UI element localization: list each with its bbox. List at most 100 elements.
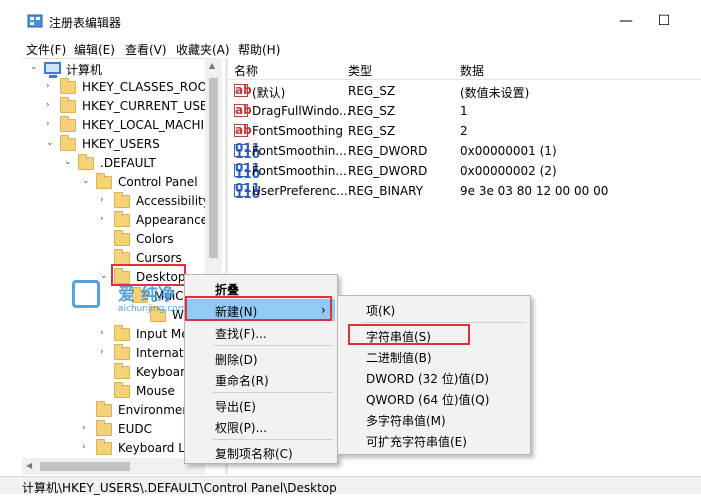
status-bar: 计算机\HKEY_USERS\.DEFAULT\Control Panel\De…: [0, 476, 701, 495]
submenu-item-multi-string-value[interactable]: 多字符串值(M): [338, 408, 530, 430]
chevron-right-icon[interactable]: ›: [100, 214, 110, 224]
value-row[interactable]: ab FontSmoothing REG_SZ 2: [228, 122, 701, 142]
menu-item-copy-key-name[interactable]: 复制项名称(C): [185, 441, 337, 463]
value-data: 9e 3e 03 80 12 00 00 00: [460, 184, 609, 198]
chevron-right-icon[interactable]: ›: [100, 195, 110, 205]
value-row[interactable]: ab (默认) REG_SZ (数值未设置): [228, 82, 701, 102]
tree-horizontal-scrollbar[interactable]: ◀: [22, 458, 205, 475]
value-type: REG_BINARY: [348, 184, 424, 198]
scroll-left-icon[interactable]: ◀: [26, 461, 32, 470]
menu-item-find[interactable]: 查找(F)...: [185, 321, 337, 343]
value-row[interactable]: 011 110 FontSmoothin... REG_DWORD 0x00000…: [228, 162, 701, 182]
folder-icon: [114, 363, 130, 379]
watermark: 爱 纯净 aichunjing.com: [72, 280, 192, 320]
minimize-button[interactable]: —: [612, 10, 640, 32]
value-type: REG_SZ: [348, 124, 396, 138]
folder-icon: [96, 173, 112, 189]
submenu-item-expandable-string-value[interactable]: 可扩充字符串值(E): [338, 429, 530, 451]
new-submenu: 项(K) 字符串值(S) 二进制值(B) DWORD (32 位)值(D) QW…: [337, 295, 531, 455]
chevron-down-icon[interactable]: ⌄: [64, 157, 74, 167]
menu-item-delete[interactable]: 删除(D): [185, 347, 337, 369]
menu-favorites[interactable]: 收藏夹(A): [176, 41, 230, 58]
column-header-data[interactable]: 数据: [460, 62, 484, 79]
string-value-icon: ab: [234, 83, 252, 97]
submenu-item-qword-value[interactable]: QWORD (64 位)值(Q): [338, 387, 530, 409]
scroll-up-icon[interactable]: ▲: [209, 61, 215, 70]
column-header-name[interactable]: 名称: [234, 62, 258, 79]
submenu-item-dword-value[interactable]: DWORD (32 位)值(D): [338, 366, 530, 388]
menu-item-label: QWORD (64 位)值(Q): [366, 393, 490, 407]
value-data: 0x00000001 (1): [460, 144, 557, 158]
string-value-highlight-box: [348, 324, 470, 345]
chevron-right-icon[interactable]: ›: [100, 347, 110, 357]
menu-item-label: 导出(E): [215, 400, 256, 414]
tree-item-label: Control Panel: [118, 175, 198, 189]
menu-item-label: 可扩充字符串值(E): [366, 435, 467, 449]
string-value-icon: ab: [234, 123, 252, 137]
value-data: 2: [460, 124, 468, 138]
tree-item-label: Appearance: [136, 213, 209, 227]
chevron-down-icon[interactable]: ⌄: [82, 176, 92, 186]
maximize-button[interactable]: ☐: [650, 10, 678, 32]
value-row[interactable]: 011 110 UserPreferenc... REG_BINARY 9e 3e…: [228, 182, 701, 202]
menu-edit[interactable]: 编辑(E): [74, 41, 115, 58]
value-row[interactable]: 011 110 FontSmoothin... REG_DWORD 0x00000…: [228, 142, 701, 162]
value-name: DragFullWindo...: [252, 104, 351, 118]
tree-item-label: Cursors: [136, 251, 182, 265]
binary-value-icon: 011 110: [234, 161, 261, 181]
chevron-right-icon[interactable]: ›: [46, 81, 56, 91]
value-name: (默认): [252, 86, 286, 100]
tree-item-label: Mouse: [136, 384, 175, 398]
tree-item-label: .DEFAULT: [100, 156, 156, 170]
menu-item-label: 项(K): [366, 304, 396, 318]
menu-item-export[interactable]: 导出(E): [185, 394, 337, 416]
watermark-url: aichunjing.com: [118, 304, 187, 314]
chevron-down-icon[interactable]: ⌄: [46, 138, 56, 148]
folder-icon: [60, 135, 76, 151]
value-row[interactable]: ab DragFullWindo... REG_SZ 1: [228, 102, 701, 122]
tree-item-label: EUDC: [118, 422, 152, 436]
value-name: FontSmoothing: [252, 124, 343, 138]
menu-separator: [213, 392, 333, 393]
title-bar: 注册表编辑器 — ☐: [0, 0, 701, 38]
folder-icon: [96, 420, 112, 436]
value-data: 1: [460, 104, 468, 118]
watermark-logo-icon: [72, 280, 100, 308]
menu-item-label: 重命名(R): [215, 374, 269, 388]
window-title: 注册表编辑器: [49, 16, 122, 30]
menu-help[interactable]: 帮助(H): [238, 41, 280, 58]
menu-item-rename[interactable]: 重命名(R): [185, 368, 337, 390]
folder-icon: [114, 192, 130, 208]
tree-item-label: 计算机: [66, 63, 103, 77]
string-value-icon: ab: [234, 103, 252, 117]
chevron-right-icon[interactable]: ›: [46, 100, 56, 110]
tree-item-label: HKEY_USERS: [82, 137, 160, 151]
menu-item-label: 权限(P)...: [215, 421, 268, 435]
menu-item-permissions[interactable]: 权限(P)...: [185, 415, 337, 437]
submenu-item-binary-value[interactable]: 二进制值(B): [338, 345, 530, 367]
scroll-thumb[interactable]: [209, 78, 218, 258]
tree-item-label: Colors: [136, 232, 174, 246]
new-highlight-box: [185, 296, 332, 321]
chevron-right-icon[interactable]: ›: [82, 423, 92, 433]
menu-view[interactable]: 查看(V): [125, 41, 167, 58]
menu-item-label: 复制项名称(C): [215, 447, 293, 461]
submenu-item-key[interactable]: 项(K): [338, 298, 530, 320]
tree-item-label: HKEY_CURRENT_USER: [82, 99, 216, 113]
menu-separator: [213, 439, 333, 440]
column-header-type[interactable]: 类型: [348, 62, 372, 79]
chevron-right-icon[interactable]: ›: [82, 442, 92, 452]
scroll-thumb[interactable]: [40, 462, 130, 471]
binary-value-icon: 011 110: [234, 181, 261, 201]
folder-icon: [114, 230, 130, 246]
menu-item-label: 删除(D): [215, 353, 258, 367]
chevron-down-icon[interactable]: ⌄: [30, 62, 40, 72]
chevron-right-icon[interactable]: ›: [100, 328, 110, 338]
menu-item-label: 多字符串值(M): [366, 414, 446, 428]
menu-item-label: DWORD (32 位)值(D): [366, 372, 489, 386]
chevron-right-icon[interactable]: ›: [46, 119, 56, 129]
menu-file[interactable]: 文件(F): [26, 41, 66, 58]
regedit-app-icon: [27, 14, 43, 28]
value-data: (数值未设置): [460, 86, 530, 100]
value-type: REG_SZ: [348, 84, 396, 98]
